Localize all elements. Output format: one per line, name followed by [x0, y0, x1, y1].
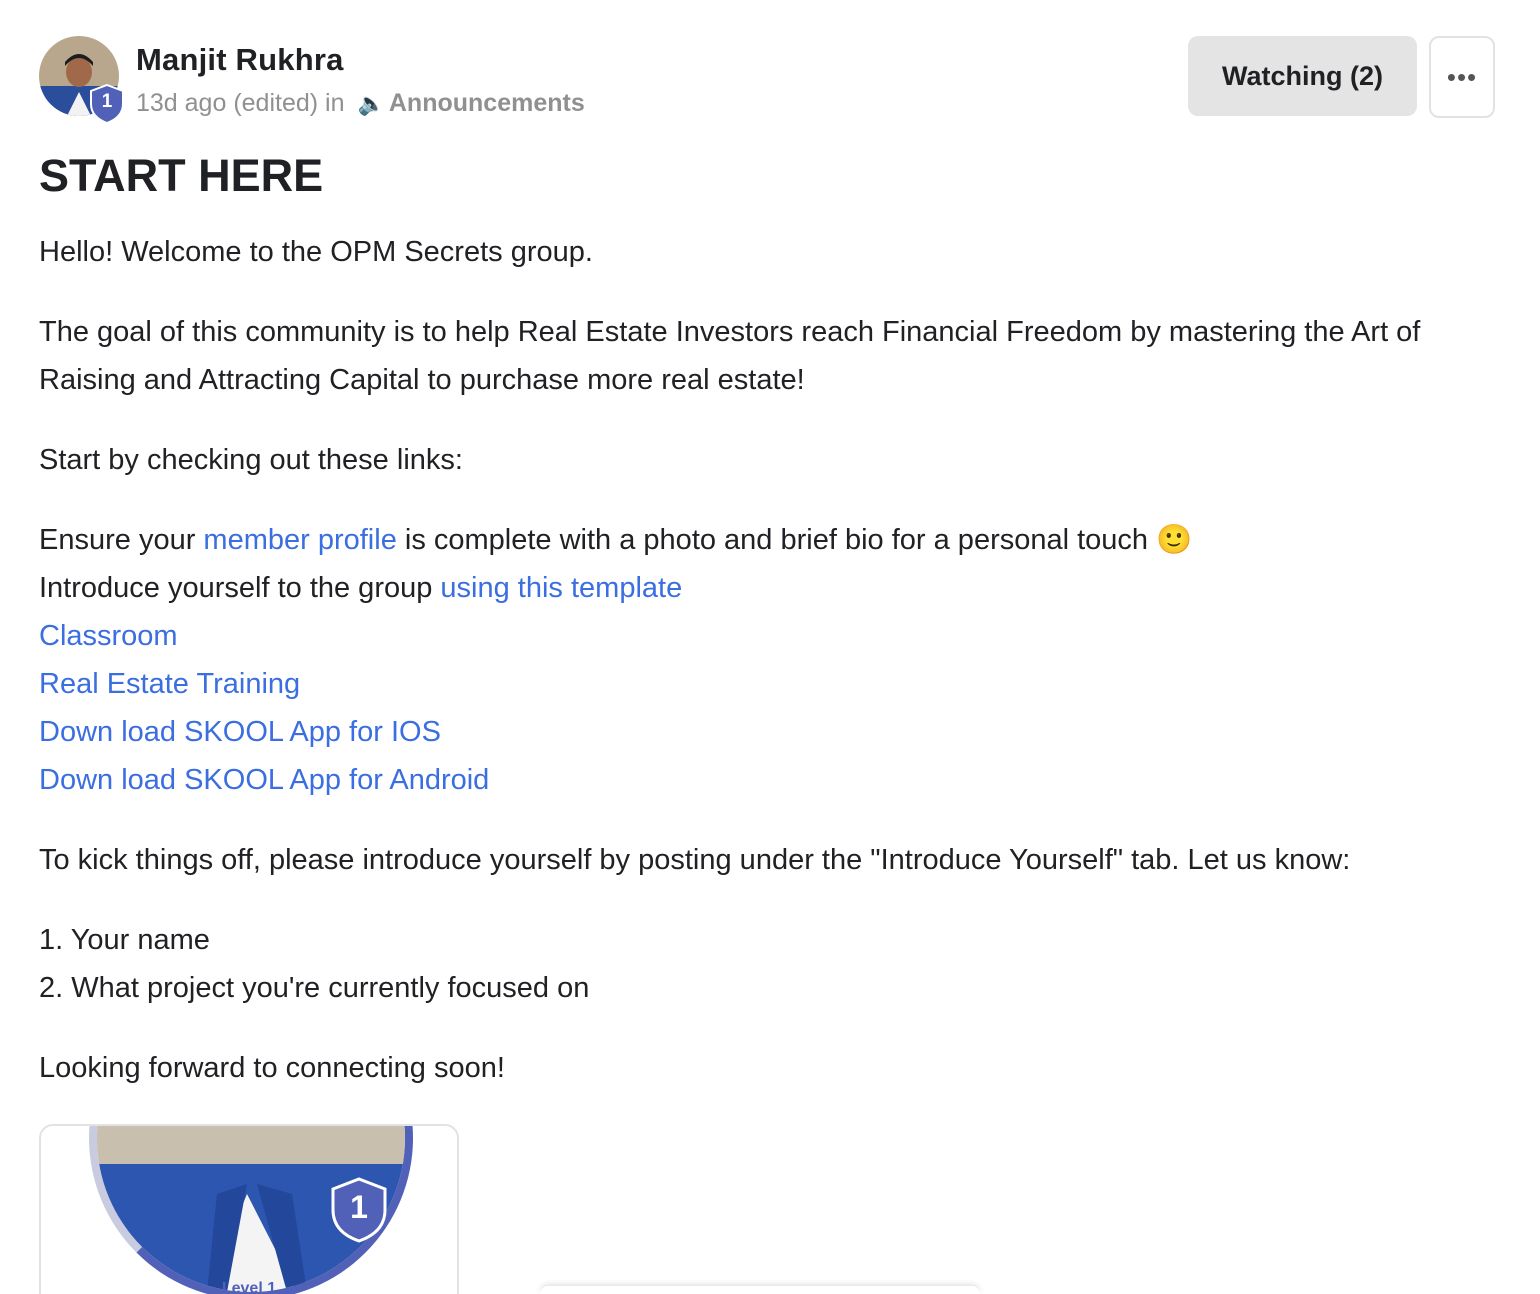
ensure-post-text: is complete with a photo and brief bio f… [396, 524, 1193, 556]
level-card-image[interactable]: 1 Level 1 [39, 1124, 459, 1294]
start-links-text: Start by checking out these links: [39, 444, 463, 476]
list-item: 2. What project you're currently focused… [39, 972, 590, 1004]
post-time: 13d ago (edited) [136, 89, 319, 117]
post-card: 1 Manjit Rukhra 13d ago (edited) in 🔈 Ann… [0, 0, 1540, 1294]
numbered-list: 1. Your name 2. What project you're curr… [39, 916, 1509, 1012]
author-name[interactable]: Manjit Rukhra [136, 42, 344, 78]
goal-text: The goal of this community is to help Re… [39, 316, 1421, 396]
intro-text: Hello! Welcome to the OPM Secrets group. [39, 236, 593, 268]
card-level-label: Level 1 [221, 1280, 277, 1294]
introduce-pre-text: Introduce yourself to the group [39, 572, 441, 604]
closing-text: Looking forward to connecting soon! [39, 1052, 505, 1084]
post-title: START HERE [39, 150, 324, 201]
template-link[interactable]: using this template [440, 572, 682, 604]
more-icon: ••• [1446, 61, 1478, 92]
kickoff-text: To kick things off, please introduce you… [39, 844, 1351, 876]
post-body: Hello! Welcome to the OPM Secrets group.… [39, 228, 1509, 1124]
member-profile-link[interactable]: member profile [203, 524, 396, 556]
android-app-link[interactable]: Down load SKOOL App for Android [39, 756, 1509, 804]
more-options-button[interactable]: ••• [1429, 36, 1495, 118]
post-meta: 13d ago (edited) in 🔈 Announcements [136, 89, 585, 118]
ensure-pre-text: Ensure your [39, 524, 204, 556]
links-block: Ensure your member profile is complete w… [39, 516, 1509, 804]
bottom-panel-edge [540, 1286, 980, 1294]
introduce-line: Introduce yourself to the group using th… [39, 564, 1509, 612]
list-item: 1. Your name [39, 924, 210, 956]
category-link[interactable]: Announcements [389, 89, 585, 117]
ensure-line: Ensure your member profile is complete w… [39, 516, 1509, 564]
watching-button[interactable]: Watching (2) [1188, 36, 1417, 116]
in-label: in [325, 89, 345, 117]
real-estate-training-link[interactable]: Real Estate Training [39, 660, 1509, 708]
speaker-icon: 🔈 [357, 91, 385, 116]
card-level-badge: 1 [330, 1177, 388, 1243]
author-level-number: 1 [101, 91, 113, 112]
ios-app-link[interactable]: Down load SKOOL App for IOS [39, 708, 1509, 756]
card-level-number: 1 [350, 1189, 368, 1225]
author-level-badge: 1 [89, 83, 125, 125]
classroom-link[interactable]: Classroom [39, 612, 1509, 660]
